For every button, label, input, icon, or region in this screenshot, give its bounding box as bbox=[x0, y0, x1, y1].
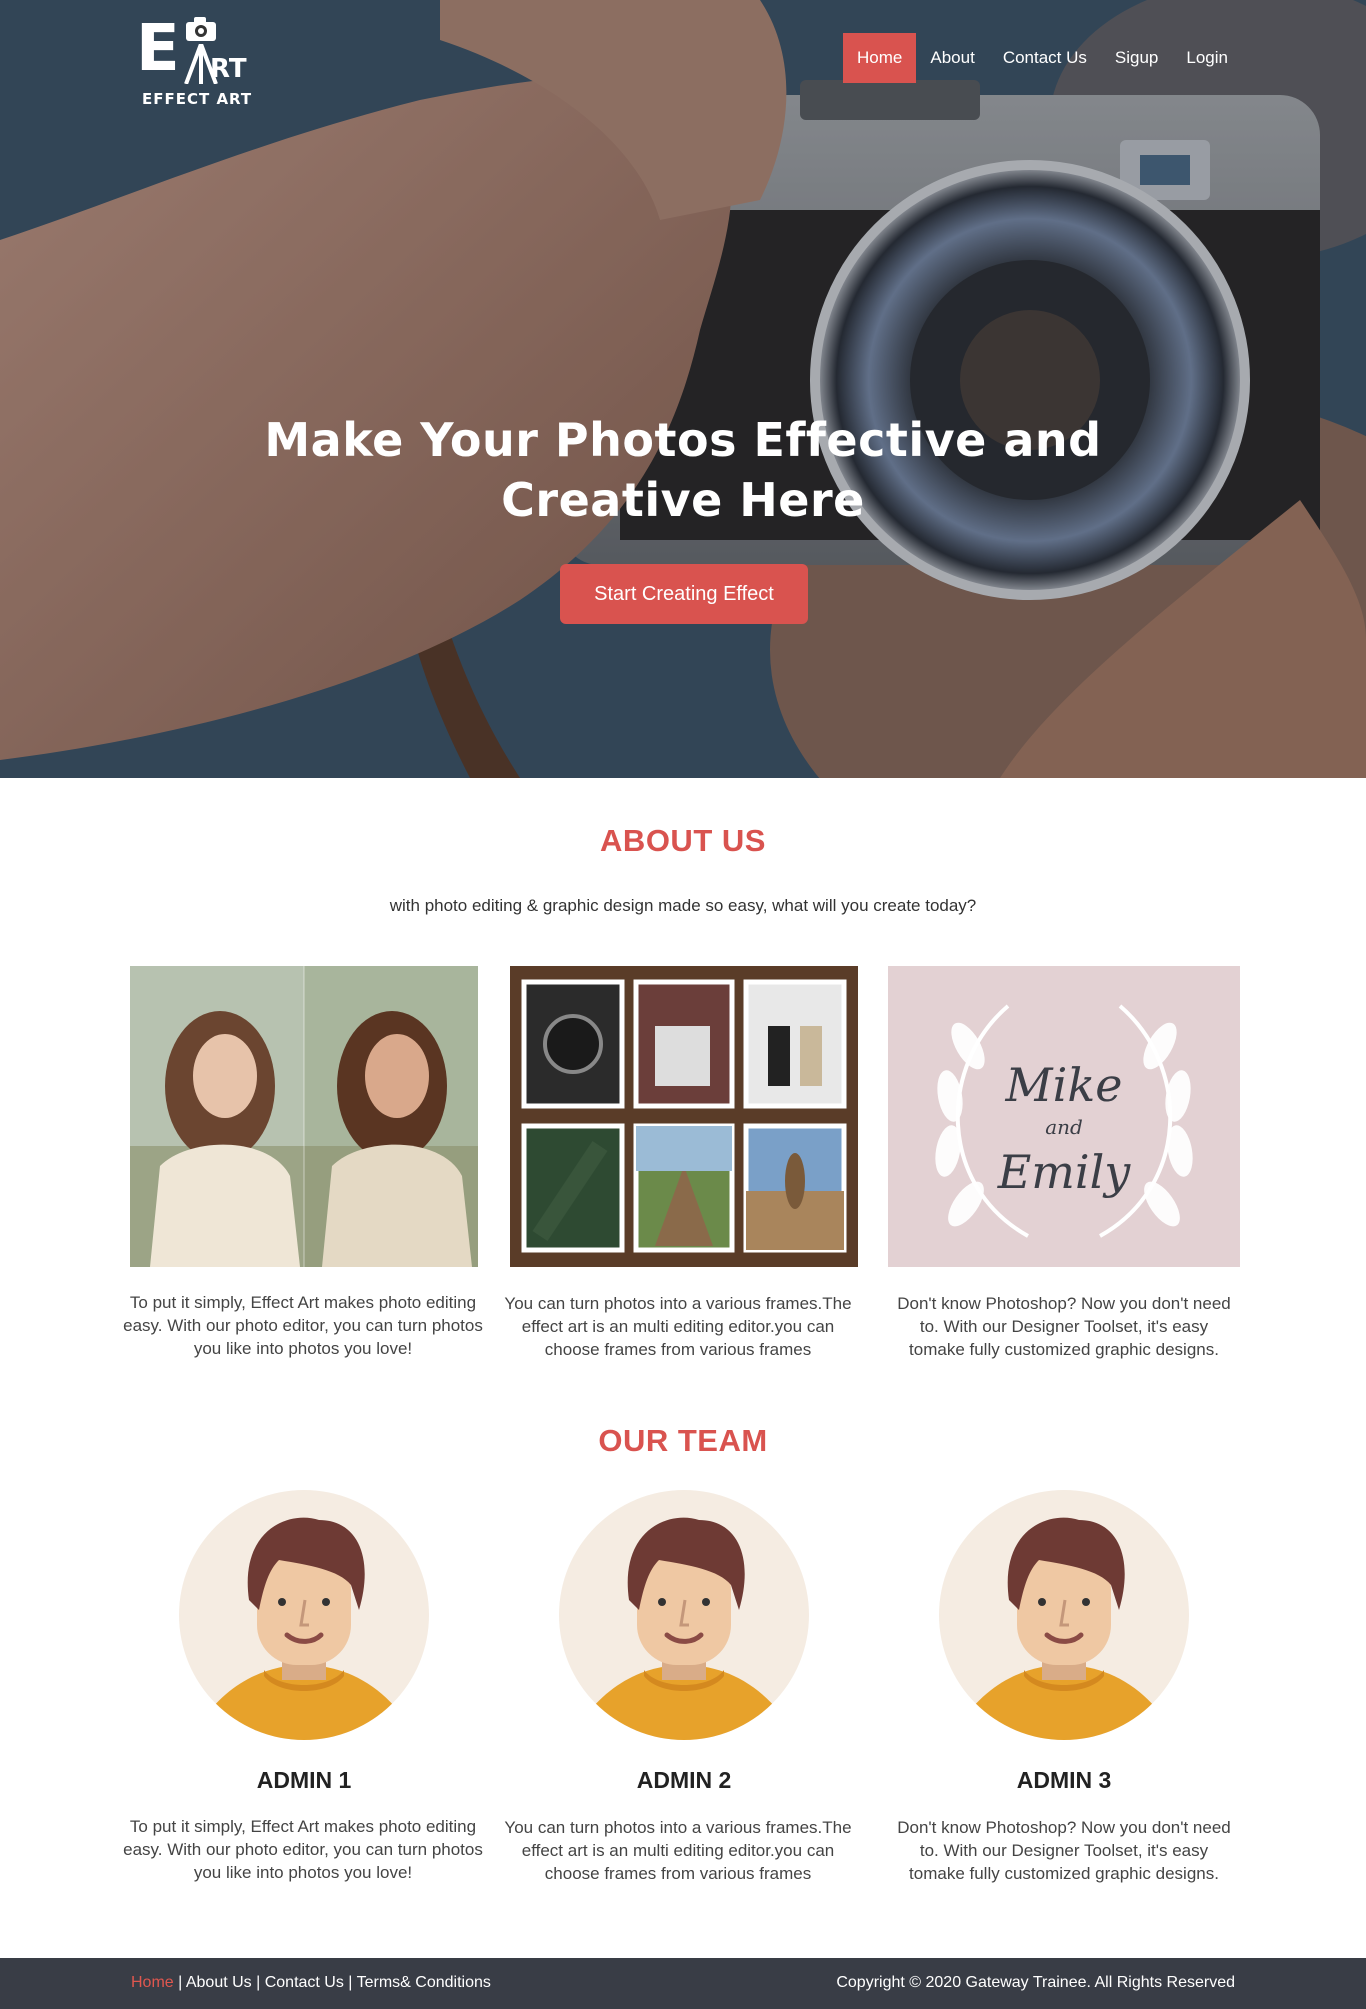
about-image-before-after bbox=[130, 966, 478, 1267]
footer-link-home[interactable]: Home bbox=[131, 1974, 174, 1991]
team-avatar-1 bbox=[179, 1490, 429, 1740]
logo-camera-icon bbox=[186, 17, 216, 41]
footer-link-terms[interactable]: Terms& Conditions bbox=[357, 1974, 491, 1991]
footer-link-contact-us[interactable]: Contact Us bbox=[265, 1974, 344, 1991]
about-card-text-1: To put it simply, Effect Art makes photo… bbox=[123, 1293, 483, 1358]
nav-home[interactable]: Home bbox=[843, 33, 917, 83]
team-title: OUR TEAM bbox=[598, 1423, 768, 1458]
team-member-text-2: You can turn photos into a various frame… bbox=[504, 1818, 852, 1883]
wedding-script-and: and bbox=[1045, 1115, 1083, 1139]
footer-link-about-us[interactable]: About Us bbox=[186, 1974, 252, 1991]
hero-title: Make Your Photos Effective and Creative … bbox=[264, 413, 1102, 527]
main-nav: Home About Contact Us Sigup Login bbox=[843, 33, 1242, 83]
about-card-text-2: You can turn photos into a various frame… bbox=[504, 1294, 852, 1359]
man-avatar-icon bbox=[959, 1517, 1169, 1740]
about-title: ABOUT US bbox=[600, 823, 766, 858]
logo-mark: E bbox=[136, 12, 180, 86]
team-member-text-1: To put it simply, Effect Art makes photo… bbox=[123, 1817, 483, 1882]
hero-overlay bbox=[0, 0, 1366, 778]
team-member-name-3: ADMIN 3 bbox=[1016, 1767, 1112, 1793]
about-card-text-3: Don't know Photoshop? Now you don't need… bbox=[897, 1294, 1231, 1359]
nav-contact-us[interactable]: Contact Us bbox=[989, 33, 1101, 83]
footer-separator: | bbox=[173, 1974, 186, 1991]
hero-banner: E RT EFFECT ART Home About Contact Us Si… bbox=[0, 0, 1366, 778]
footer-separator: | bbox=[251, 1974, 265, 1991]
footer: Home | About Us | Contact Us | Terms& Co… bbox=[0, 1958, 1366, 2009]
nav-signup[interactable]: Sigup bbox=[1101, 33, 1172, 83]
team-avatar-2 bbox=[559, 1490, 809, 1740]
about-image-frames-collage bbox=[510, 966, 858, 1267]
logo[interactable]: E RT EFFECT ART bbox=[136, 14, 256, 114]
footer-links: Home | About Us | Contact Us | Terms& Co… bbox=[131, 1974, 491, 1992]
wedding-script-name-1: Mike bbox=[1005, 1058, 1123, 1112]
logo-tagline: EFFECT ART bbox=[142, 90, 253, 108]
team-member-name-2: ADMIN 2 bbox=[636, 1767, 732, 1793]
start-creating-effect-button[interactable]: Start Creating Effect bbox=[560, 564, 808, 624]
team-member-text-3: Don't know Photoshop? Now you don't need… bbox=[897, 1818, 1231, 1883]
about-subtitle: with photo editing & graphic design made… bbox=[389, 896, 977, 915]
man-avatar-icon bbox=[579, 1517, 789, 1740]
wedding-script-name-2: Emily bbox=[997, 1145, 1132, 1199]
nav-login[interactable]: Login bbox=[1172, 33, 1242, 83]
team-avatar-3 bbox=[939, 1490, 1189, 1740]
about-image-wedding-design: Mike and Emily bbox=[888, 966, 1240, 1267]
nav-about[interactable]: About bbox=[916, 33, 988, 83]
footer-separator: | bbox=[343, 1974, 357, 1991]
footer-copyright: Copyright © 2020 Gateway Trainee. All Ri… bbox=[836, 1974, 1235, 1991]
logo-letters: RT bbox=[210, 54, 247, 84]
team-member-name-1: ADMIN 1 bbox=[256, 1767, 352, 1793]
man-avatar-icon bbox=[199, 1517, 409, 1740]
